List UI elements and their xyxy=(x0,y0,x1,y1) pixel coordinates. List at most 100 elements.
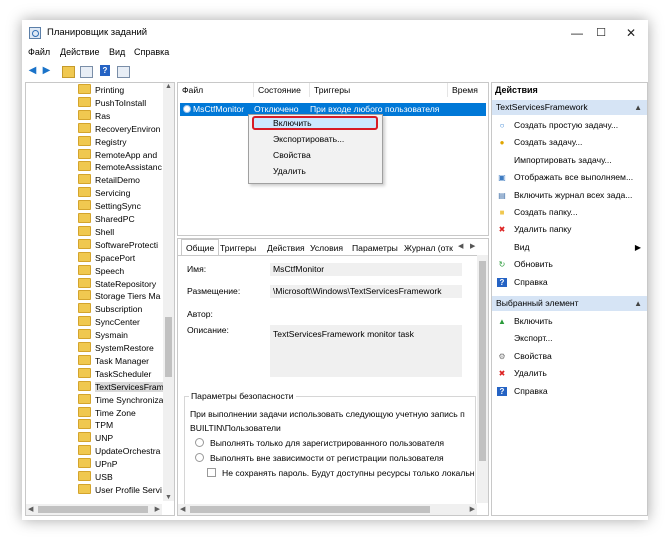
action-item[interactable]: Вид ▶ xyxy=(492,239,647,256)
tree-item[interactable]: PushToInstall xyxy=(78,96,146,109)
tree-item[interactable]: Storage Tiers Ma xyxy=(78,290,160,302)
tree-item[interactable]: Shell xyxy=(78,225,114,238)
details-vertical-scrollbar[interactable] xyxy=(477,255,488,503)
tree-item[interactable]: User Profile Servi xyxy=(78,483,162,496)
tab-triggers[interactable]: Триггеры xyxy=(216,241,260,255)
section-header-selected-item[interactable]: Выбранный элемент ▲ xyxy=(492,296,647,311)
action-item[interactable]: Импортировать задачу... xyxy=(492,152,647,169)
menu-view[interactable]: Вид xyxy=(109,47,125,57)
tab-scroll-right-icon[interactable]: ▶ xyxy=(470,242,475,250)
section-header-folder[interactable]: TextServicesFramework ▲ xyxy=(492,100,647,115)
tab-general[interactable]: Общие xyxy=(181,239,220,255)
scroll-down-icon[interactable]: ▼ xyxy=(165,494,172,501)
checkbox-icon[interactable] xyxy=(207,468,216,477)
name-field[interactable]: MsCtfMonitor xyxy=(270,263,462,276)
close-button[interactable]: ✕ xyxy=(616,24,646,42)
tree-item[interactable]: RemoteAssistanc xyxy=(78,161,162,173)
collapse-icon[interactable]: ▲ xyxy=(634,100,642,115)
tree-item[interactable]: Printing xyxy=(78,84,124,96)
tree-item[interactable]: SystemRestore xyxy=(78,342,154,354)
column-header-time[interactable]: Время xyxy=(448,83,488,97)
scroll-left-icon[interactable]: ◀ xyxy=(180,505,185,513)
tree-item[interactable]: UPnP xyxy=(78,458,117,470)
action-item[interactable]: ○ Создать простую задачу... xyxy=(492,117,647,134)
context-menu-enable[interactable]: Включить xyxy=(249,116,382,131)
tree-item[interactable]: SpacePort xyxy=(78,251,135,264)
tab-conditions[interactable]: Условия xyxy=(306,241,347,255)
tree-item[interactable]: StateRepository xyxy=(78,277,156,290)
radio-run-whether-logged-on[interactable]: Выполнять вне зависимости от регистрации… xyxy=(195,453,444,463)
forward-arrow-icon[interactable]: ▶ xyxy=(40,64,53,77)
tree-item[interactable]: Time Zone xyxy=(78,406,136,419)
scroll-right-icon[interactable]: ▶ xyxy=(155,505,160,513)
action-item[interactable]: ▣ Отображать все выполняем... xyxy=(492,169,647,186)
menu-action[interactable]: Действие xyxy=(60,47,100,57)
action-item[interactable]: ✖ Удалить xyxy=(492,365,647,382)
action-item[interactable]: ▤ Включить журнал всех зада... xyxy=(492,187,647,204)
tree-item[interactable]: Subscription xyxy=(78,303,142,315)
details-scroll-thumb[interactable] xyxy=(479,261,486,461)
action-item[interactable]: ? Справка xyxy=(492,383,647,400)
tree-item[interactable]: Servicing xyxy=(78,187,130,199)
tree-item[interactable]: TextServicesFram xyxy=(78,380,164,393)
column-header-triggers[interactable]: Триггеры xyxy=(310,83,448,97)
tab-scroll-left-icon[interactable]: ◀ xyxy=(458,242,463,250)
context-menu-properties[interactable]: Свойства xyxy=(249,148,382,163)
tree-item[interactable]: RecoveryEnviron xyxy=(78,122,160,135)
tree-item[interactable]: Sysmain xyxy=(78,329,128,341)
tree-item[interactable]: SyncCenter xyxy=(78,316,140,328)
context-menu-export[interactable]: Экспортировать... xyxy=(249,132,382,147)
scroll-up-icon[interactable]: ▲ xyxy=(165,83,172,90)
tree-item[interactable]: Task Manager xyxy=(78,354,149,367)
radio-logged-on-icon[interactable] xyxy=(195,438,204,447)
tree-item[interactable]: SoftwareProtecti xyxy=(78,238,158,251)
folder-up-icon[interactable] xyxy=(62,66,75,78)
details-horizontal-scrollbar[interactable]: ◀ ▶ xyxy=(178,504,477,515)
tree-item[interactable]: Ras xyxy=(78,109,110,122)
tree-item[interactable]: RetailDemo xyxy=(78,174,140,186)
radio-any-icon[interactable] xyxy=(195,453,204,462)
collapse-icon[interactable]: ▲ xyxy=(634,296,642,311)
tree-horizontal-scrollbar[interactable]: ◀ ▶ xyxy=(26,504,162,515)
tree-scroll-thumb[interactable] xyxy=(165,317,172,377)
tree-item[interactable]: Speech xyxy=(78,264,124,277)
description-field[interactable]: TextServicesFramework monitor task xyxy=(270,325,462,377)
tree-item[interactable]: RemoteApp and xyxy=(78,148,157,161)
menu-file[interactable]: Файл xyxy=(28,47,50,57)
menu-help[interactable]: Справка xyxy=(134,47,169,57)
help-icon[interactable]: ? xyxy=(100,65,110,76)
tab-settings[interactable]: Параметры xyxy=(348,241,402,255)
location-field[interactable]: \Microsoft\Windows\TextServicesFramework xyxy=(270,285,462,298)
action-item[interactable]: Экспорт... xyxy=(492,330,647,347)
tree-hscroll-thumb[interactable] xyxy=(38,506,148,513)
action-item[interactable]: ⚙ Свойства xyxy=(492,348,647,365)
action-item[interactable]: ■ Создать папку... xyxy=(492,204,647,221)
scroll-right-icon[interactable]: ▶ xyxy=(470,505,475,513)
tree-vertical-scrollbar[interactable]: ▲ ▼ xyxy=(163,83,174,501)
tree-item[interactable]: SettingSync xyxy=(78,200,141,212)
column-header-state[interactable]: Состояние xyxy=(254,83,310,97)
tree-item[interactable]: UpdateOrchestra xyxy=(78,445,160,457)
tree-item[interactable]: USB xyxy=(78,471,113,483)
tab-history[interactable]: Журнал (отк xyxy=(400,241,457,255)
maximize-button[interactable]: ☐ xyxy=(586,24,616,42)
check-do-not-store-password[interactable]: Не сохранять пароль. Будут доступны ресу… xyxy=(207,468,475,478)
action-item[interactable]: ▲ Включить xyxy=(492,313,647,330)
back-arrow-icon[interactable]: ◀ xyxy=(26,64,39,77)
action-item[interactable]: ● Создать задачу... xyxy=(492,134,647,151)
title-bar[interactable]: Планировщик заданий — ☐ ✕ xyxy=(22,20,648,46)
radio-logged-on-only[interactable]: Выполнять только для зарегистрированного… xyxy=(195,438,444,448)
tree-item[interactable]: TaskScheduler xyxy=(78,367,151,380)
tree-item[interactable]: Registry xyxy=(78,135,127,148)
context-menu-delete[interactable]: Удалить xyxy=(249,164,382,179)
tree-item[interactable]: Time Synchroniza xyxy=(78,393,163,406)
tree-item[interactable]: TPM xyxy=(78,419,113,431)
tree-item[interactable]: UNP xyxy=(78,432,113,444)
details-hscroll-thumb[interactable] xyxy=(190,506,430,513)
show-hide-action-pane-icon[interactable] xyxy=(117,66,130,78)
folder-tree[interactable]: Printing PushToInstall Ras RecoveryEnviron R… xyxy=(25,82,175,516)
tree-item[interactable]: SharedPC xyxy=(78,213,135,225)
show-hide-console-tree-icon[interactable] xyxy=(80,66,93,78)
scroll-left-icon[interactable]: ◀ xyxy=(28,505,33,513)
action-item[interactable]: ↻ Обновить xyxy=(492,256,647,273)
